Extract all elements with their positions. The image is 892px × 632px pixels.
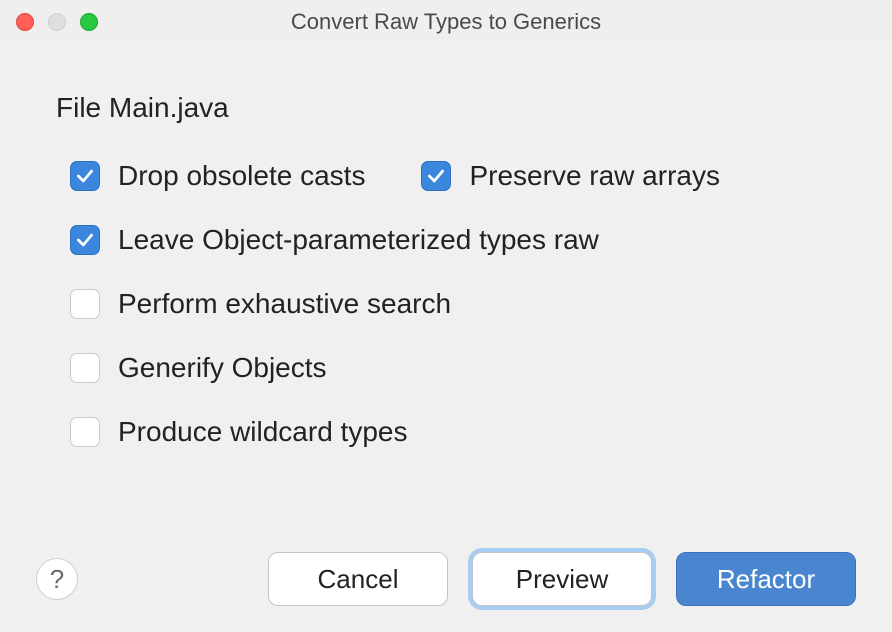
checkbox-label: Generify Objects bbox=[118, 352, 327, 384]
checkbox-label: Preserve raw arrays bbox=[469, 160, 720, 192]
checkbox-box bbox=[70, 353, 100, 383]
preview-button[interactable]: Preview bbox=[472, 552, 652, 606]
dialog-content: File Main.java Drop obsolete casts Prese… bbox=[0, 44, 892, 448]
produce-wildcard-types-checkbox[interactable]: Produce wildcard types bbox=[70, 416, 407, 448]
checkbox-label: Perform exhaustive search bbox=[118, 288, 451, 320]
checkbox-box bbox=[70, 225, 100, 255]
checkbox-label: Leave Object-parameterized types raw bbox=[118, 224, 599, 256]
perform-exhaustive-search-checkbox[interactable]: Perform exhaustive search bbox=[70, 288, 451, 320]
checkmark-icon bbox=[75, 230, 95, 250]
checkbox-box bbox=[70, 161, 100, 191]
drop-obsolete-casts-checkbox[interactable]: Drop obsolete casts bbox=[70, 160, 365, 192]
leave-object-parameterized-checkbox[interactable]: Leave Object-parameterized types raw bbox=[70, 224, 599, 256]
help-button[interactable]: ? bbox=[36, 558, 78, 600]
checkbox-box bbox=[70, 417, 100, 447]
preserve-raw-arrays-checkbox[interactable]: Preserve raw arrays bbox=[421, 160, 720, 192]
checkbox-label: Produce wildcard types bbox=[118, 416, 407, 448]
checkbox-box bbox=[70, 289, 100, 319]
refactor-button[interactable]: Refactor bbox=[676, 552, 856, 606]
dialog-footer: ? Cancel Preview Refactor bbox=[0, 552, 892, 606]
titlebar: Convert Raw Types to Generics bbox=[0, 0, 892, 44]
cancel-button[interactable]: Cancel bbox=[268, 552, 448, 606]
checkmark-icon bbox=[75, 166, 95, 186]
checkbox-label: Drop obsolete casts bbox=[118, 160, 365, 192]
minimize-window-button[interactable] bbox=[48, 13, 66, 31]
button-group: Cancel Preview Refactor bbox=[268, 552, 856, 606]
close-window-button[interactable] bbox=[16, 13, 34, 31]
file-label: File Main.java bbox=[56, 92, 836, 124]
window-controls bbox=[16, 13, 98, 31]
generify-objects-checkbox[interactable]: Generify Objects bbox=[70, 352, 327, 384]
window-title: Convert Raw Types to Generics bbox=[0, 9, 892, 35]
options-group: Drop obsolete casts Preserve raw arrays … bbox=[56, 160, 836, 448]
maximize-window-button[interactable] bbox=[80, 13, 98, 31]
checkbox-box bbox=[421, 161, 451, 191]
checkmark-icon bbox=[426, 166, 446, 186]
